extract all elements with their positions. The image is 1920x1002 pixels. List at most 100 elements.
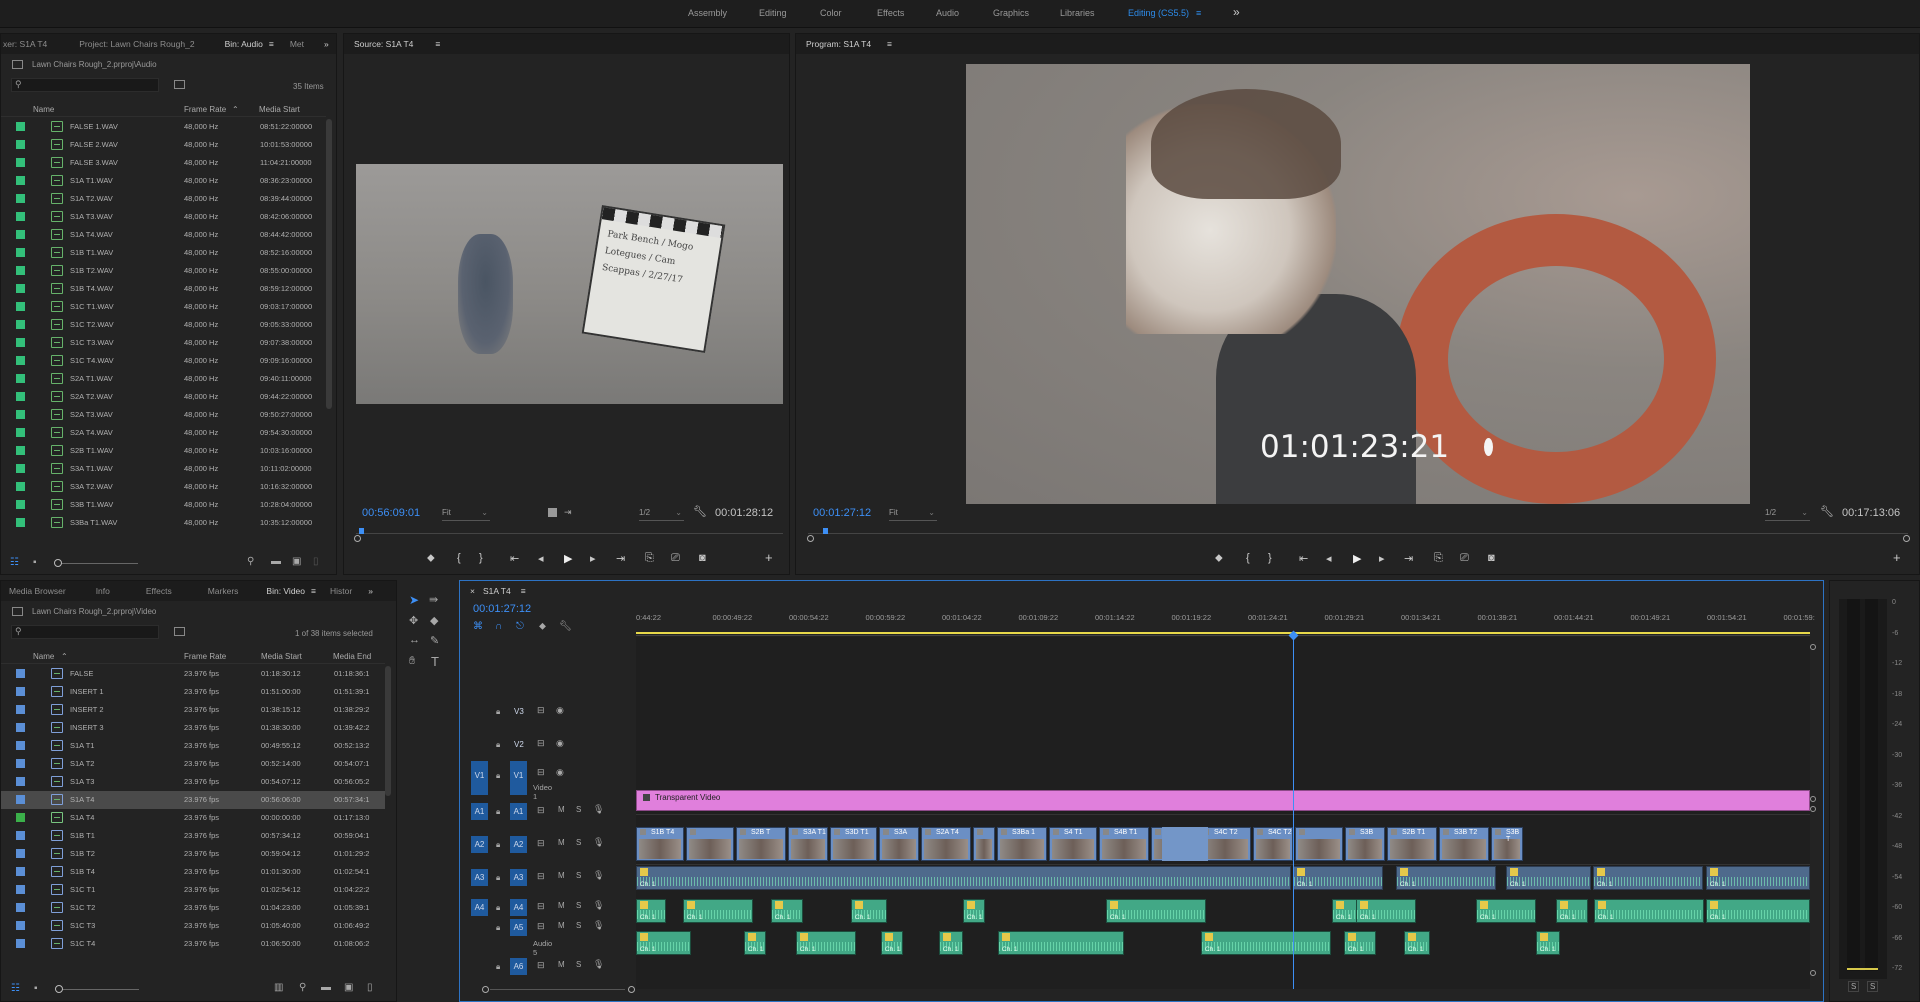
audio-clip[interactable]: Ch. 1 (1356, 899, 1416, 923)
audio-clip[interactable]: Ch. 1 (636, 866, 1291, 890)
workspace-color[interactable]: Color (820, 8, 842, 18)
audio-clip[interactable]: Ch. 1 (636, 899, 666, 923)
tab-bin-video[interactable]: Bin: Video (266, 586, 305, 596)
go-to-out-icon[interactable]: ⇥ (616, 552, 625, 565)
lock-icon[interactable]: 🔒︎ (496, 707, 500, 717)
list-item[interactable]: INSERT 2 23.976 fps 01:38:15:12 01:38:29:2 (1, 701, 385, 719)
program-playhead[interactable] (823, 528, 828, 534)
col-media-end[interactable]: Media End (333, 652, 371, 661)
label-swatch[interactable] (16, 903, 25, 912)
list-item[interactable]: S1C T2.WAV 48,000 Hz 09:05:33:00000 (1, 316, 326, 334)
mark-out-icon[interactable]: } (479, 552, 483, 564)
track-a1-label[interactable]: A1 (510, 803, 527, 820)
label-swatch[interactable] (16, 795, 25, 804)
go-to-in-icon[interactable]: ⇤ (1299, 552, 1308, 565)
list-item[interactable]: S2A T3.WAV 48,000 Hz 09:50:27:00000 (1, 406, 326, 424)
source-patch-a3[interactable]: A3 (471, 869, 488, 886)
step-forward-icon[interactable]: ▸ (1379, 552, 1385, 565)
v1-clip[interactable] (1295, 827, 1343, 861)
folder-icon[interactable]: ▬ (271, 556, 281, 567)
mute-button[interactable]: M (558, 871, 565, 880)
audio-clip[interactable]: Ch. 1 (1106, 899, 1206, 923)
workspace-graphics[interactable]: Graphics (993, 8, 1029, 18)
scroll-handle[interactable] (807, 535, 814, 542)
v1-clip[interactable]: S3A (879, 827, 919, 861)
v1-clip[interactable]: S3D T1 (830, 827, 877, 861)
mute-button[interactable]: M (558, 901, 565, 910)
icon-view-icon[interactable]: ▪ (34, 983, 38, 994)
tab-audio-mixer[interactable]: xer: S1A T4 (3, 39, 47, 49)
tab-project[interactable]: Project: Lawn Chairs Rough_2 (79, 39, 194, 49)
go-to-out-icon[interactable]: ⇥ (1404, 552, 1413, 565)
v1-clip[interactable]: S4 T1 (1049, 827, 1097, 861)
tab-program[interactable]: Program: S1A T4 (806, 39, 871, 49)
audio-clip[interactable]: Ch. 1 (998, 931, 1124, 955)
list-item[interactable]: S1C T2 23.976 fps 01:04:23:00 01:05:39:1 (1, 899, 385, 917)
audio-clip[interactable]: Ch. 1 (1706, 899, 1810, 923)
wrench-icon[interactable]: 🔧︎ (1820, 505, 1834, 518)
v1-clip[interactable]: S3B (1345, 827, 1385, 861)
workspace-assembly[interactable]: Assembly (688, 8, 727, 18)
source-fit-dropdown[interactable]: Fit ⌄ (442, 508, 490, 521)
track-area[interactable]: Transparent Video S1B T4 S2B T S3A T1 S3D T… (636, 637, 1810, 989)
eye-icon[interactable]: ◉ (556, 767, 564, 778)
list-item[interactable]: S1C T4 23.976 fps 01:06:50:00 01:08:06:2 (1, 935, 385, 953)
label-swatch[interactable] (16, 849, 25, 858)
audio-clip[interactable]: Ch. 1 (1594, 899, 1704, 923)
label-swatch[interactable] (16, 338, 25, 347)
label-swatch[interactable] (16, 176, 25, 185)
list-item[interactable]: S1A T1.WAV 48,000 Hz 08:36:23:00000 (1, 172, 326, 190)
transparent-video-clip[interactable]: Transparent Video (636, 790, 1810, 811)
label-swatch[interactable] (16, 446, 25, 455)
label-swatch[interactable] (16, 687, 25, 696)
find-icon[interactable]: ⚲ (299, 982, 306, 993)
solo-button[interactable]: S (576, 838, 581, 847)
audio-clip[interactable]: Ch. 1 (1404, 931, 1430, 955)
audio-clip[interactable]: Ch. 1 (796, 931, 856, 955)
audio-clip[interactable]: Ch. 1 (1332, 899, 1358, 923)
track-a3-label[interactable]: A3 (510, 869, 527, 886)
list-item[interactable]: S3A T1.WAV 48,000 Hz 10:11:02:00000 (1, 460, 326, 478)
tab-info[interactable]: Info (96, 586, 110, 596)
tabs-overflow-icon[interactable]: » (324, 39, 329, 49)
scroll-handle[interactable] (1810, 806, 1816, 812)
solo-button[interactable]: S (576, 960, 581, 969)
lock-icon[interactable]: 🔒︎ (496, 962, 500, 972)
program-scrubber[interactable] (808, 533, 1908, 534)
scroll-handle[interactable] (628, 986, 635, 993)
lock-icon[interactable]: 🔒︎ (496, 923, 500, 933)
list-item[interactable]: INSERT 1 23.976 fps 01:51:00:00 01:51:39:1 (1, 683, 385, 701)
go-to-in-icon[interactable]: ⇤ (510, 552, 519, 565)
safe-margin-icon[interactable] (548, 508, 557, 517)
type-tool-icon[interactable]: T (431, 654, 439, 669)
list-item[interactable]: S1B T4.WAV 48,000 Hz 08:59:12:00000 (1, 280, 326, 298)
label-swatch[interactable] (16, 921, 25, 930)
list-item[interactable]: S2A T4.WAV 48,000 Hz 09:54:30:00000 (1, 424, 326, 442)
trash-icon[interactable]: ▯ (313, 556, 319, 567)
list-item[interactable]: S2A T1.WAV 48,000 Hz 09:40:11:00000 (1, 370, 326, 388)
list-item[interactable]: S2A T2.WAV 48,000 Hz 09:44:22:00000 (1, 388, 326, 406)
v1-clip[interactable] (973, 827, 995, 861)
audio-clip[interactable]: Ch. 1 (1536, 931, 1560, 955)
audio-clip[interactable]: Ch. 1 (1344, 931, 1376, 955)
trash-icon[interactable]: ▯ (367, 982, 373, 993)
add-marker-icon[interactable]: ⬥ (427, 552, 435, 565)
sync-lock-icon[interactable]: ⊟ (537, 921, 545, 932)
insert-icon[interactable]: ⎘ (645, 552, 654, 565)
mic-icon[interactable]: 🎙︎ (593, 920, 604, 931)
list-item[interactable]: S1C T3 23.976 fps 01:05:40:00 01:06:49:2 (1, 917, 385, 935)
search-input[interactable]: ⚲ (11, 625, 159, 639)
sync-lock-icon[interactable]: ⊟ (537, 705, 545, 716)
lift-icon[interactable]: ⎘ (1434, 552, 1443, 565)
audio-clip[interactable]: Ch. 1 (1476, 899, 1536, 923)
wrench-icon[interactable]: 🔧︎ (693, 505, 707, 518)
workspace-editing[interactable]: Editing (759, 8, 787, 18)
camera-icon[interactable]: ◙ (699, 552, 706, 564)
label-swatch[interactable] (16, 482, 25, 491)
workspace-editing-cs55[interactable]: Editing (CS5.5) (1128, 8, 1189, 18)
slip-icon[interactable]: ↔ (409, 634, 420, 646)
linked-selection-icon[interactable]: ⎋ (516, 621, 524, 632)
col-frame-rate[interactable]: Frame Rate (184, 652, 226, 661)
work-area-bar[interactable] (636, 632, 1810, 634)
source-patch-a2[interactable]: A2 (471, 836, 488, 853)
